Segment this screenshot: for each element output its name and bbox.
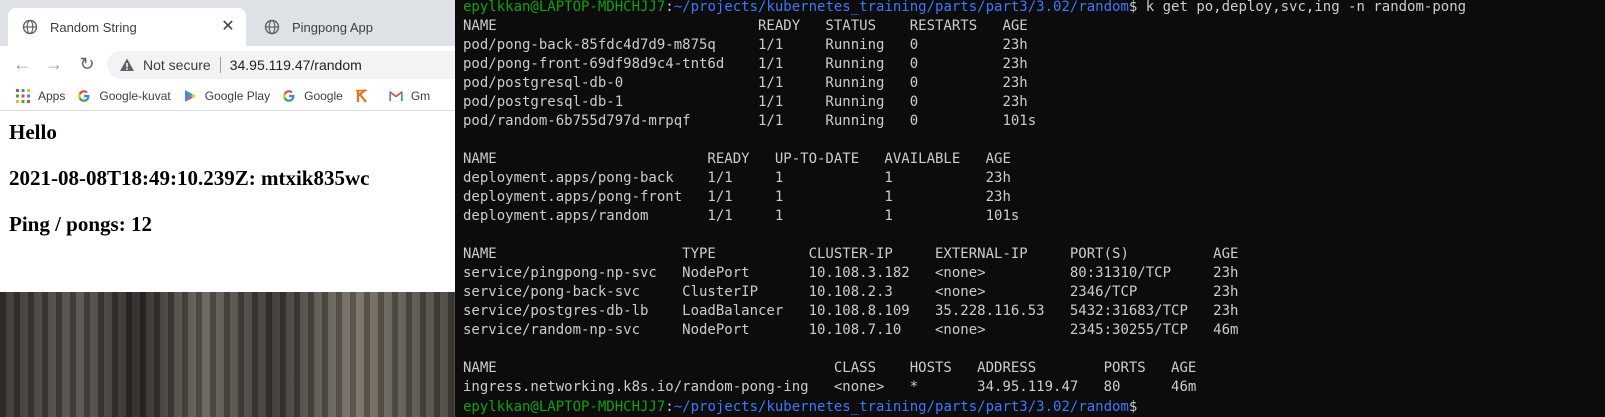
tab-pingpong-app[interactable]: Pingpong App: [250, 8, 455, 46]
terminal-output-line: NAME TYPE CLUSTER-IP EXTERNAL-IP PORT(S)…: [463, 246, 1239, 262]
reload-button[interactable]: ↻: [76, 53, 98, 75]
bookmarks-bar: Apps Google-kuvat Google Play Google Gm: [0, 82, 455, 111]
terminal-window[interactable]: epylkkan@LAPTOP-MDHCHJJ7:~/projects/kube…: [455, 0, 1605, 417]
prompt-colon: :: [665, 399, 674, 415]
terminal-output-line: service/random-np-svc NodePort 10.108.7.…: [463, 322, 1239, 338]
apps-grid-icon: [16, 89, 30, 103]
tab-label: Pingpong App: [292, 19, 373, 35]
ping-pong-count: Ping / pongs: 12: [9, 212, 152, 236]
prompt-path: ~/projects/kubernetes_training/parts/par…: [673, 0, 1129, 15]
google-icon: [283, 90, 295, 102]
terminal-output-line: service/pingpong-np-svc NodePort 10.108.…: [463, 265, 1239, 281]
terminal-output-line: deployment.apps/random 1/1 1 1 101s: [463, 208, 1020, 224]
command-text: k get po,deploy,svc,ing -n random-pong: [1137, 0, 1467, 15]
terminal-output-line: NAME READY UP-TO-DATE AVAILABLE AGE: [463, 151, 1011, 167]
address-bar[interactable]: Not secure 34.95.119.47/random: [107, 51, 455, 79]
bookmark-google[interactable]: Google: [282, 89, 343, 103]
bookmark-google-kuvat[interactable]: Google-kuvat: [77, 89, 171, 103]
prompt-user: epylkkan@LAPTOP-MDHCHJJ7: [463, 0, 666, 15]
warning-icon[interactable]: [119, 57, 135, 73]
desktop-background: [0, 292, 455, 417]
terminal-output-line: deployment.apps/pong-back 1/1 1 1 23h: [463, 170, 1011, 186]
prompt-dollar: $: [1128, 399, 1138, 415]
terminal-output-line: service/postgres-db-lb LoadBalancer 10.1…: [463, 303, 1239, 319]
prompt-user: epylkkan@LAPTOP-MDHCHJJ7: [463, 399, 666, 415]
google-icon: [78, 90, 90, 102]
terminal-output-line: pod/pong-back-85fdc4d7d9-m875q 1/1 Runni…: [463, 37, 1028, 53]
forward-button[interactable]: →: [43, 53, 65, 75]
terminal-output-line: ingress.networking.k8s.io/random-pong-in…: [463, 379, 1197, 395]
bookmark-k[interactable]: [354, 89, 377, 103]
terminal-output-line: pod/random-6b755d797d-mrpqf 1/1 Running …: [463, 113, 1037, 129]
web-page-content: Hello 2021-08-08T18:49:10.239Z: mtxik835…: [0, 111, 455, 292]
command-prompt-line: epylkkan@LAPTOP-MDHCHJJ7:~/projects/kube…: [463, 0, 1466, 17]
back-button[interactable]: ←: [11, 53, 33, 75]
terminal-output-line: pod/postgresql-db-1 1/1 Running 0 23h: [463, 94, 1028, 110]
bookmark-gmail[interactable]: Gm: [389, 89, 430, 103]
terminal-output-line: deployment.apps/pong-front 1/1 1 1 23h: [463, 189, 1011, 205]
terminal-output-line: pod/pong-front-69df98d9c4-tnt6d 1/1 Runn…: [463, 56, 1028, 72]
globe-icon: [264, 19, 280, 35]
bookmark-label: Google: [304, 89, 343, 103]
tab-label: Random String: [50, 19, 137, 35]
tab-random-string[interactable]: Random String ✕: [8, 8, 246, 46]
bookmark-apps[interactable]: Apps: [16, 89, 65, 103]
prompt-path: ~/projects/kubernetes_training/parts/par…: [673, 399, 1129, 415]
security-status[interactable]: Not secure: [143, 57, 211, 73]
globe-icon: [22, 19, 38, 35]
browser-toolbar: ← → ↻ Not secure 34.95.119.47/random: [0, 46, 455, 82]
terminal-output-line: pod/postgresql-db-0 1/1 Running 0 23h: [463, 75, 1028, 91]
bookmark-label: Google-kuvat: [99, 89, 171, 103]
terminal-output-line: service/pong-back-svc ClusterIP 10.108.2…: [463, 284, 1239, 300]
browser-window: Random String ✕ Pingpong App ← → ↻ Not s…: [0, 0, 455, 292]
k-icon: [354, 89, 369, 103]
terminal-output-line: NAME READY STATUS RESTARTS AGE: [463, 18, 1028, 34]
bookmark-google-play[interactable]: Google Play: [183, 89, 270, 103]
google-play-icon: [184, 90, 196, 102]
tab-strip: Random String ✕ Pingpong App: [0, 0, 455, 46]
gmail-icon: [389, 91, 403, 102]
bookmark-label: Apps: [38, 89, 66, 103]
bookmark-label: Google Play: [204, 89, 271, 103]
random-string-text: 2021-08-08T18:49:10.239Z: mtxik835wc: [9, 166, 370, 190]
final-prompt-line[interactable]: epylkkan@LAPTOP-MDHCHJJ7:~/projects/kube…: [463, 398, 1137, 417]
close-tab-icon[interactable]: ✕: [220, 19, 236, 35]
omnibox-divider: [219, 57, 221, 73]
prompt-colon: :: [665, 0, 674, 15]
terminal-output-line: NAME CLASS HOSTS ADDRESS PORTS AGE: [463, 360, 1197, 376]
greeting-text: Hello: [9, 120, 57, 144]
bookmark-label: Gm: [410, 89, 431, 103]
url-text[interactable]: 34.95.119.47/random: [230, 57, 362, 73]
